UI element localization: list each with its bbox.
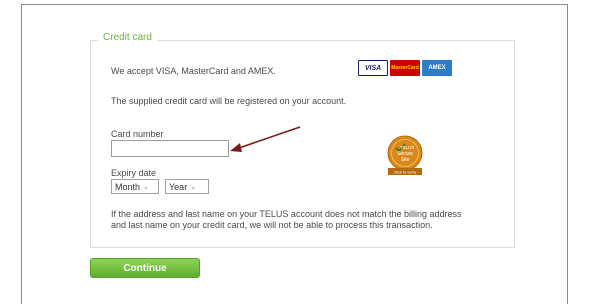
expiry-year-select[interactable]: Year ⌄ [165, 179, 209, 194]
registration-notice: The supplied credit card will be registe… [111, 96, 347, 106]
expiry-date-label: Expiry date [111, 168, 157, 178]
annotation-arrow-icon [230, 126, 301, 152]
seal-text-line1: TELUS [400, 145, 415, 150]
security-seal-icon[interactable]: TELUS Secure Site Click to verify [385, 134, 425, 178]
seal-click-text: Click to verify [394, 171, 417, 175]
chevron-down-icon: ⌄ [143, 183, 149, 191]
expiry-year-value: Year [169, 181, 188, 192]
card-number-label: Card number [111, 129, 164, 139]
card-number-input[interactable] [111, 140, 229, 157]
billing-notice-line1: If the address and last name on your TEL… [111, 209, 462, 219]
billing-notice-line2: and last name on your credit card, we wi… [111, 220, 433, 230]
amex-logo-icon: AMEX [422, 60, 452, 76]
mastercard-logo-icon: MasterCard [390, 60, 420, 76]
card-logos: VISA MasterCard AMEX [358, 60, 452, 76]
accepted-cards-text: We accept VISA, MasterCard and AMEX. [111, 66, 276, 76]
expiry-month-value: Month [115, 181, 141, 192]
visa-logo-icon: VISA [358, 60, 388, 76]
seal-text-line3: Site [401, 157, 410, 163]
continue-button[interactable]: Continue [90, 258, 200, 278]
section-legend: Credit card [98, 32, 157, 43]
expiry-month-select[interactable]: Month ⌄ [111, 179, 159, 194]
chevron-down-icon: ⌄ [190, 183, 197, 191]
